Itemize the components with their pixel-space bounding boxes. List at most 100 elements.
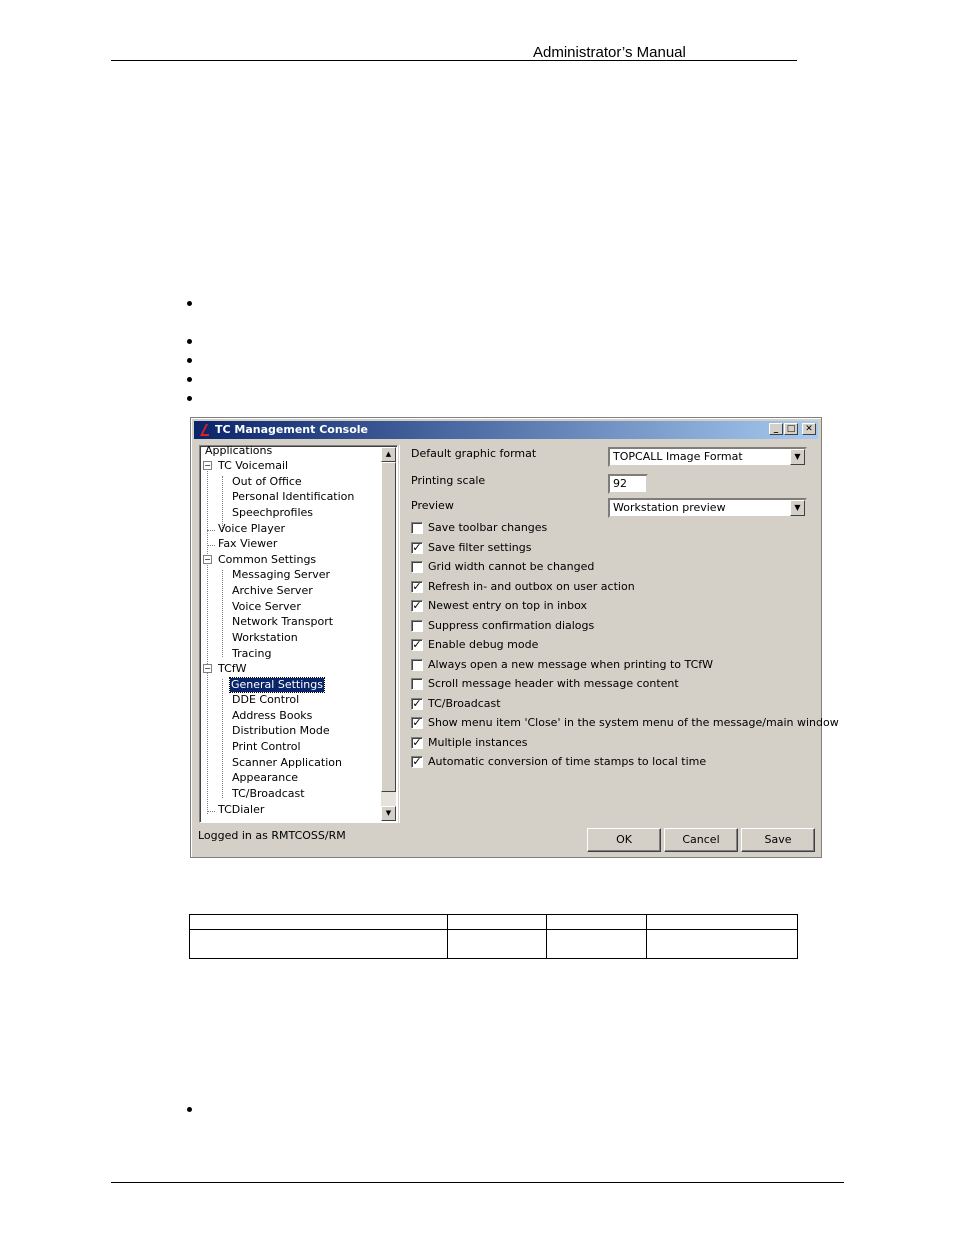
empty-table bbox=[189, 914, 798, 959]
table-cell bbox=[447, 914, 547, 930]
checkbox-label: Always open a new message when printing … bbox=[428, 658, 714, 671]
tree-item-workstation[interactable]: Workstation bbox=[231, 631, 299, 645]
chevron-down-icon: ▼ bbox=[794, 452, 801, 461]
checkbox-checked[interactable]: ✓ bbox=[411, 717, 423, 729]
bullet-point bbox=[187, 358, 192, 363]
tree-line bbox=[207, 545, 215, 546]
status-text: Logged in as RMTCOSS/RM bbox=[198, 829, 346, 842]
panel-separator bbox=[399, 445, 400, 823]
dropdown-button[interactable]: ▼ bbox=[790, 500, 805, 516]
tree-item-tcdialer[interactable]: TCDialer bbox=[217, 803, 265, 817]
arrow-down-icon: ▼ bbox=[385, 809, 392, 817]
checkbox-label: Refresh in- and outbox on user action bbox=[428, 580, 635, 593]
arrow-up-icon: ▲ bbox=[385, 450, 392, 458]
tree-line bbox=[207, 811, 215, 812]
checkmark-icon: ✓ bbox=[412, 697, 422, 710]
tree-item-distribution-mode[interactable]: Distribution Mode bbox=[231, 724, 331, 738]
table-cell bbox=[546, 929, 647, 959]
preview-label: Preview bbox=[411, 499, 454, 512]
bullet-point bbox=[187, 301, 192, 306]
ok-button[interactable]: OK bbox=[587, 828, 661, 852]
checkmark-icon: ✓ bbox=[412, 716, 422, 729]
tree-item-tcfw[interactable]: TCfW bbox=[217, 662, 248, 676]
tree-line bbox=[222, 570, 223, 657]
checkbox-checked[interactable]: ✓ bbox=[411, 639, 423, 651]
tree-item-personal-identification[interactable]: Personal Identification bbox=[231, 490, 355, 504]
checkbox-label: Newest entry on top in inbox bbox=[428, 599, 588, 612]
scroll-down-button[interactable]: ▼ bbox=[381, 806, 396, 821]
bullet-point bbox=[187, 1107, 192, 1112]
tree-item-out-of-office[interactable]: Out of Office bbox=[231, 475, 303, 489]
printing-scale-label: Printing scale bbox=[411, 474, 486, 487]
bullet-point bbox=[187, 339, 192, 344]
tree-item-network-transport[interactable]: Network Transport bbox=[231, 615, 334, 629]
tree-item-voice-server[interactable]: Voice Server bbox=[231, 600, 302, 614]
tree-item-speechprofiles[interactable]: Speechprofiles bbox=[231, 506, 314, 520]
tree-item-tc-voicemail[interactable]: TC Voicemail bbox=[217, 459, 289, 473]
checkbox-checked[interactable]: ✓ bbox=[411, 581, 423, 593]
table-cell bbox=[546, 914, 647, 930]
bullet-point bbox=[187, 396, 192, 401]
checkbox-checked[interactable]: ✓ bbox=[411, 698, 423, 710]
checkbox-label: TC/Broadcast bbox=[428, 697, 501, 710]
tree-item-general-settings[interactable]: General Settings bbox=[229, 677, 325, 693]
checkmark-icon: ✓ bbox=[412, 638, 422, 651]
dropdown-button[interactable]: ▼ bbox=[790, 449, 805, 465]
checkbox-checked[interactable]: ✓ bbox=[411, 756, 423, 768]
checkbox-label: Grid width cannot be changed bbox=[428, 560, 595, 573]
tree-item-address-books[interactable]: Address Books bbox=[231, 709, 313, 723]
tree-line bbox=[222, 679, 223, 798]
tree-item-scanner-application[interactable]: Scanner Application bbox=[231, 756, 343, 770]
close-button[interactable]: ✕ bbox=[802, 423, 816, 435]
maximize-button[interactable]: □ bbox=[784, 423, 798, 435]
tree-item-applications[interactable]: Applications bbox=[204, 446, 273, 458]
collapse-icon[interactable]: − bbox=[203, 461, 212, 470]
checkbox-label: Enable debug mode bbox=[428, 638, 539, 651]
checkbox-unchecked[interactable] bbox=[411, 522, 423, 534]
checkbox-unchecked[interactable] bbox=[411, 561, 423, 573]
tree-item-voice-player[interactable]: Voice Player bbox=[217, 522, 286, 536]
tree-item-fax-viewer[interactable]: Fax Viewer bbox=[217, 537, 278, 551]
tree-item-archive-server[interactable]: Archive Server bbox=[231, 584, 314, 598]
checkbox-checked[interactable]: ✓ bbox=[411, 542, 423, 554]
table-cell bbox=[646, 929, 798, 959]
minimize-icon: _ bbox=[773, 424, 779, 434]
title-bar[interactable]: TC Management Console _ □ ✕ bbox=[194, 421, 818, 439]
tree-item-dde-control[interactable]: DDE Control bbox=[231, 693, 300, 707]
tree-item-tc-broadcast[interactable]: TC/Broadcast bbox=[231, 787, 306, 801]
checkbox-label: Save filter settings bbox=[428, 541, 532, 554]
tree-item-print-control[interactable]: Print Control bbox=[231, 740, 302, 754]
checkbox-unchecked[interactable] bbox=[411, 659, 423, 671]
collapse-icon[interactable]: − bbox=[203, 664, 212, 673]
checkbox-label: Automatic conversion of time stamps to l… bbox=[428, 755, 707, 768]
tree-item-common-settings[interactable]: Common Settings bbox=[217, 553, 317, 567]
header-rule bbox=[111, 60, 797, 61]
management-console-window: TC Management Console _ □ ✕ Applications… bbox=[190, 417, 839, 858]
checkmark-icon: ✓ bbox=[412, 541, 422, 554]
tree-item-appearance[interactable]: Appearance bbox=[231, 771, 299, 785]
app-logo-icon bbox=[200, 424, 209, 436]
chevron-down-icon: ▼ bbox=[794, 503, 801, 512]
tree-item-messaging-server[interactable]: Messaging Server bbox=[231, 568, 331, 582]
printing-scale-input[interactable]: 92 bbox=[608, 474, 648, 494]
checkbox-checked[interactable]: ✓ bbox=[411, 600, 423, 612]
collapse-icon[interactable]: − bbox=[203, 555, 212, 564]
table-cell bbox=[646, 914, 798, 930]
tree-item-tracing[interactable]: Tracing bbox=[231, 647, 272, 661]
default-graphic-format-select[interactable]: TOPCALL Image Format ▼ bbox=[608, 447, 807, 467]
default-graphic-format-label: Default graphic format bbox=[411, 447, 537, 460]
default-graphic-format-value: TOPCALL Image Format bbox=[613, 450, 743, 463]
tree-scrollbar[interactable]: ▲ ▼ bbox=[381, 447, 396, 821]
bullet-point bbox=[187, 377, 192, 382]
save-button[interactable]: Save bbox=[741, 828, 815, 852]
settings-tree[interactable]: Applications − TC Voicemail Out of Offic… bbox=[199, 445, 398, 823]
preview-select[interactable]: Workstation preview ▼ bbox=[608, 498, 807, 518]
checkbox-unchecked[interactable] bbox=[411, 620, 423, 632]
table-cell bbox=[447, 929, 547, 959]
checkbox-checked[interactable]: ✓ bbox=[411, 737, 423, 749]
checkbox-unchecked[interactable] bbox=[411, 678, 423, 690]
cancel-button[interactable]: Cancel bbox=[664, 828, 738, 852]
scroll-thumb[interactable] bbox=[381, 462, 396, 792]
minimize-button[interactable]: _ bbox=[769, 423, 783, 435]
scroll-up-button[interactable]: ▲ bbox=[381, 447, 396, 462]
